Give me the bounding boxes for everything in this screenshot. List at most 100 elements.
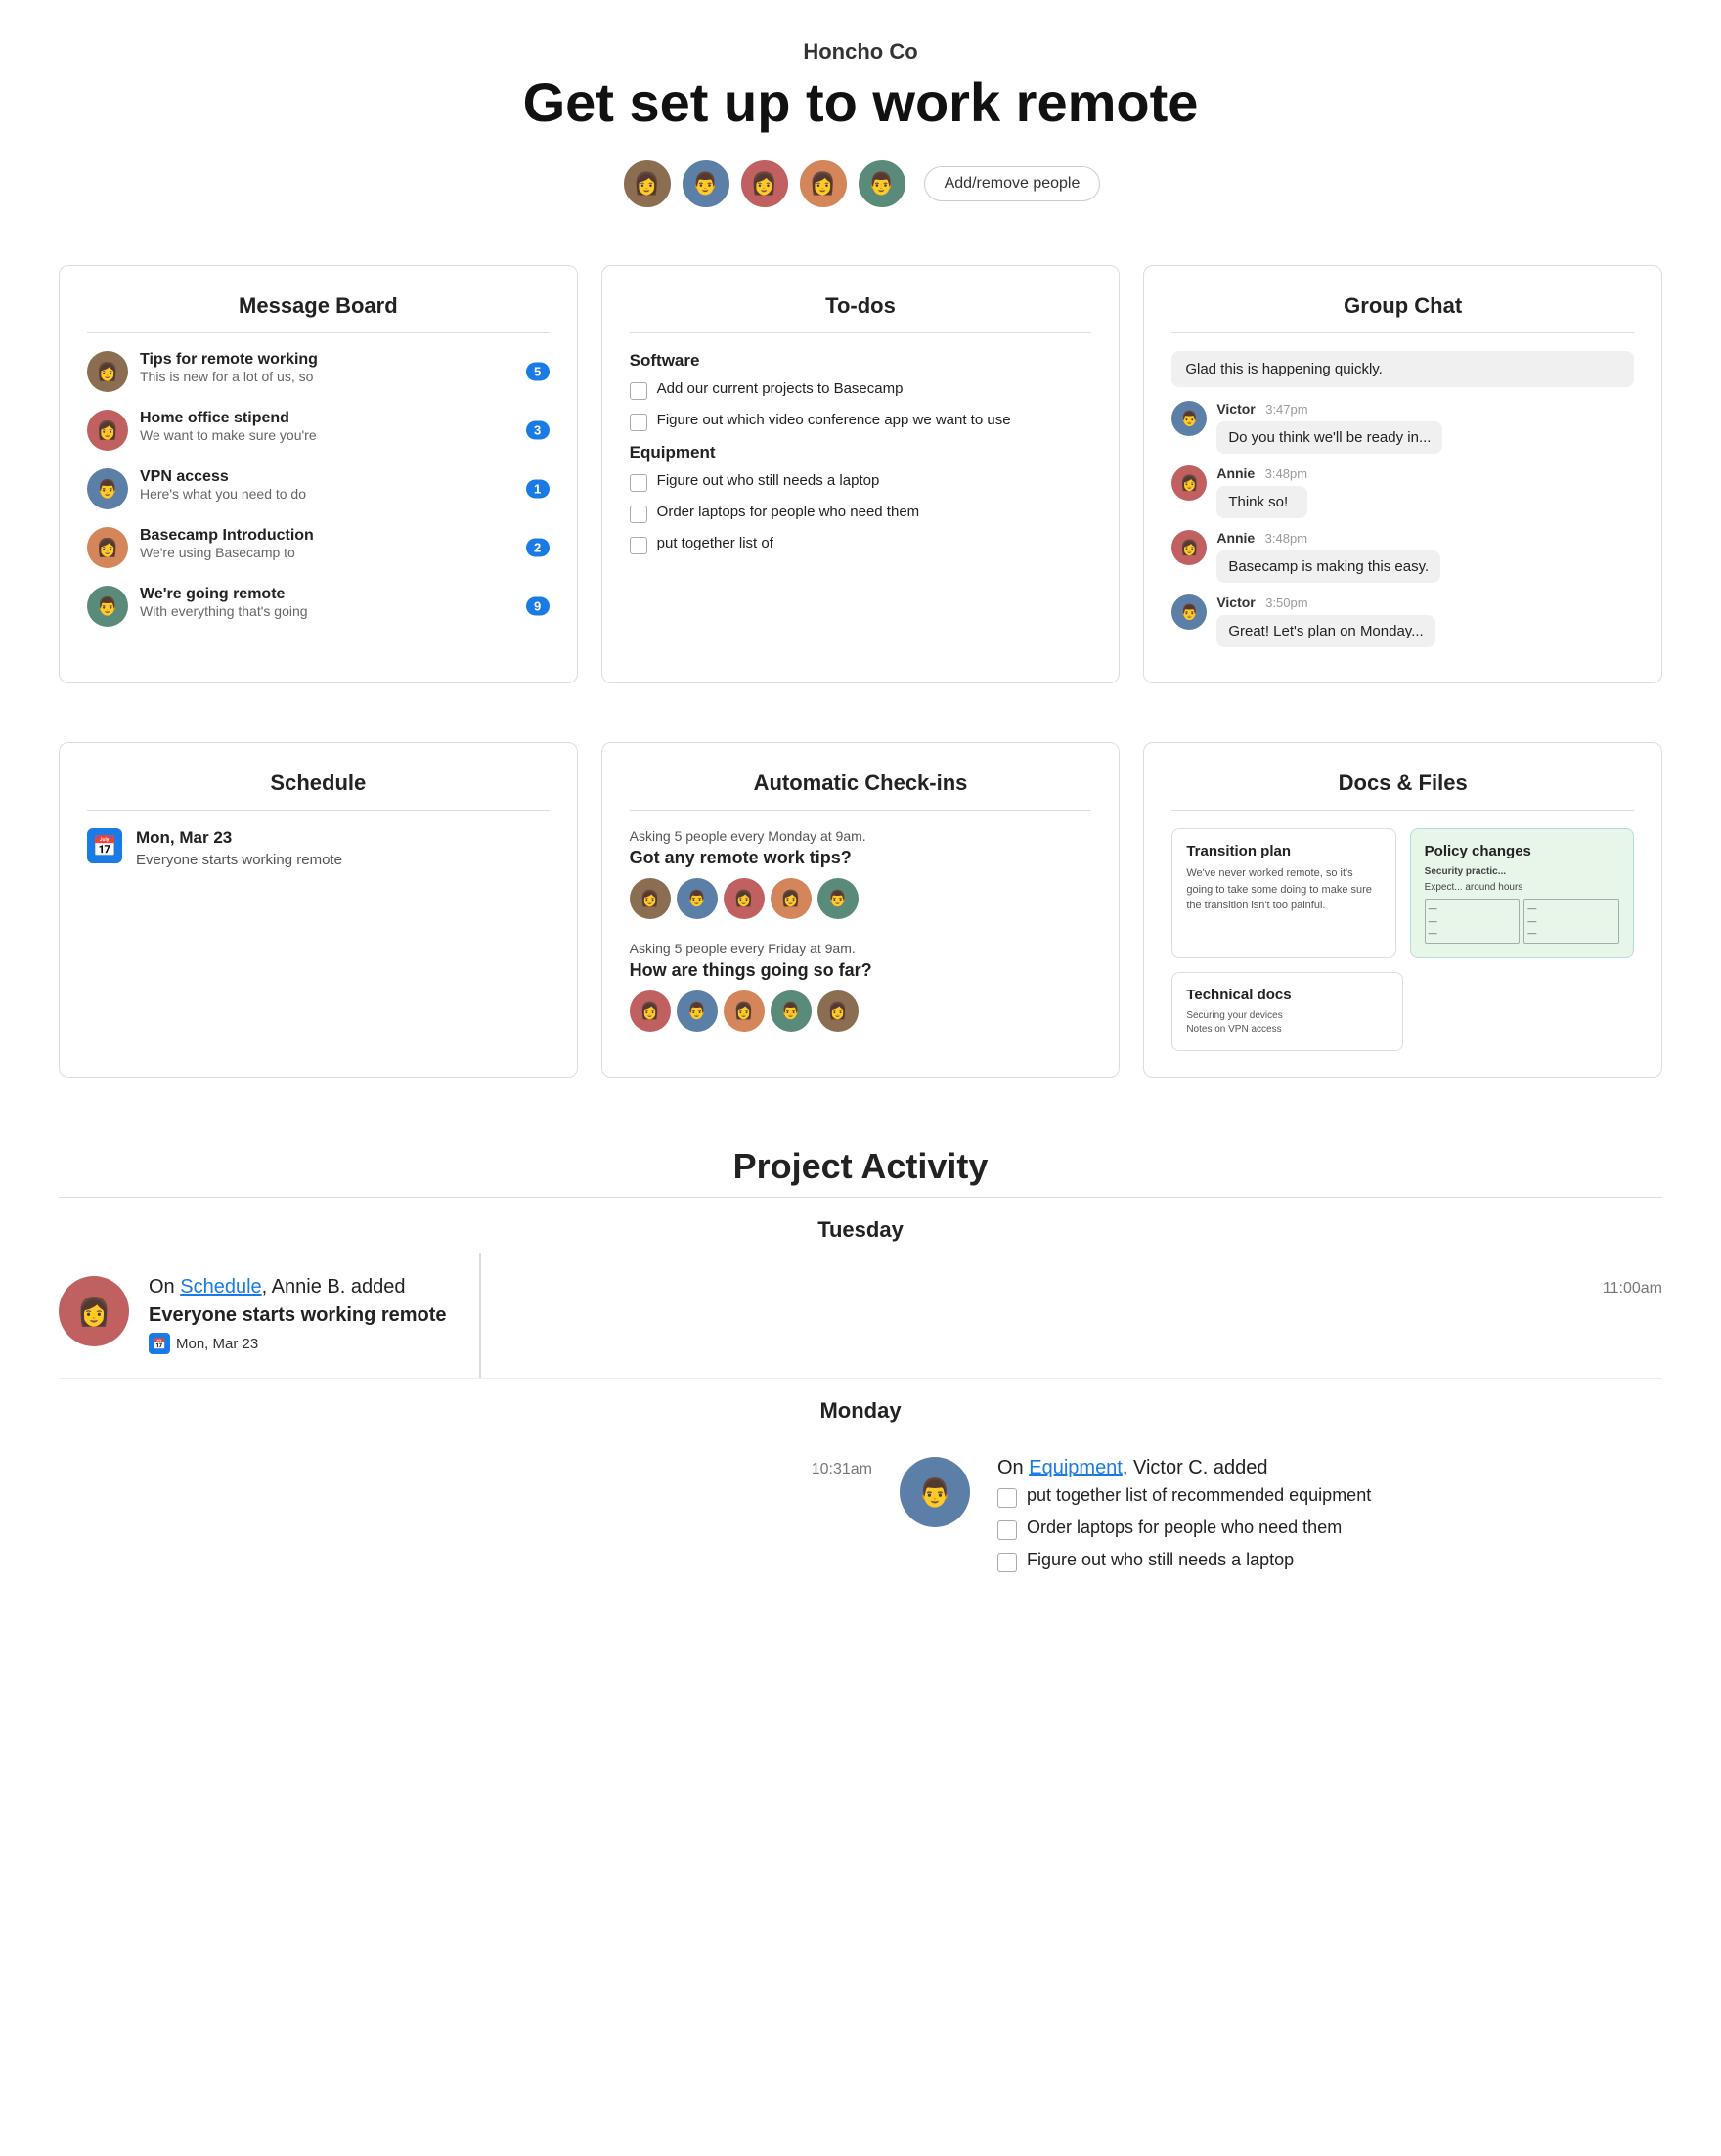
todo-checkbox-2[interactable] — [630, 474, 647, 492]
activity-item-monday-0: 10:31am 👨 On Equipment, Victor C. added … — [59, 1433, 1662, 1606]
doc-title-1: Policy changes — [1425, 843, 1619, 859]
doc-title-2: Technical docs — [1186, 987, 1388, 1003]
chat-sender-4: Victor — [1216, 594, 1255, 610]
msg-item-3[interactable]: 👩 Basecamp Introduction We're using Base… — [87, 527, 550, 568]
todo-item-1[interactable]: Figure out which video conference app we… — [630, 412, 1092, 431]
msg-content-1: Home office stipend We want to make sure… — [140, 410, 550, 443]
activity-header-prefix-1: On — [997, 1457, 1029, 1478]
checkins-title: Automatic Check-ins — [630, 770, 1092, 811]
msg-title-0: Tips for remote working — [140, 351, 550, 369]
message-board-card: Message Board 👩 Tips for remote working … — [59, 265, 578, 683]
avatar-3: 👩 — [738, 157, 791, 210]
checkin-avatars-1: 👩 👨 👩 👨 👩 — [630, 990, 1092, 1032]
activity-item-tuesday-0: 👩 On Schedule, Annie B. added Everyone s… — [59, 1253, 1662, 1379]
doc-content-2: Securing your devices Notes on VPN acces… — [1186, 1009, 1388, 1036]
msg-content-0: Tips for remote working This is new for … — [140, 351, 550, 384]
activity-todo-cb-1[interactable] — [997, 1520, 1017, 1540]
chat-text-4: Great! Let's plan on Monday... — [1216, 615, 1434, 647]
todo-item-3[interactable]: Order laptops for people who need them — [630, 504, 1092, 523]
chat-avatar-annie-1: 👩 — [1171, 465, 1207, 501]
msg-content-4: We're going remote With everything that'… — [140, 586, 550, 619]
chat-body-4: Victor 3:50pm Great! Let's plan on Monda… — [1216, 594, 1434, 647]
schedule-event: 📅 Mon, Mar 23 Everyone starts working re… — [87, 828, 550, 868]
activity-todo-2[interactable]: Figure out who still needs a laptop — [997, 1550, 1662, 1572]
activity-todo-text-0: put together list of recommended equipme… — [1027, 1485, 1371, 1506]
activity-todo-text-1: Order laptops for people who need them — [1027, 1518, 1342, 1538]
msg-avatar-4: 👨 — [87, 586, 128, 627]
msg-item-0[interactable]: 👩 Tips for remote working This is new fo… — [87, 351, 550, 392]
msg-item-2[interactable]: 👨 VPN access Here's what you need to do … — [87, 468, 550, 509]
chat-msg-2: 👩 Annie 3:48pm Think so! — [1171, 465, 1634, 518]
todo-checkbox-3[interactable] — [630, 506, 647, 523]
todo-section-equipment: Equipment — [630, 443, 1092, 462]
avatar-1: 👩 — [621, 157, 674, 210]
company-name: Honcho Co — [20, 39, 1701, 65]
todo-item-0[interactable]: Add our current projects to Basecamp — [630, 380, 1092, 400]
chat-sender-2: Annie — [1216, 465, 1255, 481]
chat-text-2: Think so! — [1216, 486, 1307, 518]
msg-item-4[interactable]: 👨 We're going remote With everything tha… — [87, 586, 550, 627]
msg-badge-3: 2 — [526, 539, 550, 557]
chat-msg-3: 👩 Annie 3:48pm Basecamp is making this e… — [1171, 530, 1634, 583]
chat-body-3: Annie 3:48pm Basecamp is making this eas… — [1216, 530, 1440, 583]
avatar-5: 👨 — [856, 157, 908, 210]
avatar-2: 👨 — [680, 157, 732, 210]
activity-todo-0[interactable]: put together list of recommended equipme… — [997, 1485, 1662, 1508]
todo-checkbox-0[interactable] — [630, 382, 647, 400]
msg-title-2: VPN access — [140, 468, 550, 486]
msg-item-1[interactable]: 👩 Home office stipend We want to make su… — [87, 410, 550, 451]
doc-technical-docs[interactable]: Technical docs Securing your devices Not… — [1171, 972, 1402, 1051]
activity-time-monday-0: 10:31am — [784, 1457, 872, 1478]
chat-meta-2: Annie 3:48pm — [1216, 465, 1307, 483]
checkin-question-0: Got any remote work tips? — [630, 848, 1092, 868]
msg-avatar-3: 👩 — [87, 527, 128, 568]
activity-todo-cb-0[interactable] — [997, 1488, 1017, 1508]
todo-label-1: Figure out which video conference app we… — [657, 412, 1011, 428]
checkin-block-1: Asking 5 people every Friday at 9am. How… — [630, 941, 1092, 1032]
msg-title-3: Basecamp Introduction — [140, 527, 550, 545]
msg-title-1: Home office stipend — [140, 410, 550, 427]
chat-time-2: 3:48pm — [1265, 466, 1307, 481]
todo-item-4[interactable]: put together list of — [630, 535, 1092, 554]
activity-date-badge-0: 📅 Mon, Mar 23 — [149, 1333, 1547, 1354]
cards-grid-bottom: Schedule 📅 Mon, Mar 23 Everyone starts w… — [0, 723, 1721, 1097]
add-remove-people-button[interactable]: Add/remove people — [924, 166, 1101, 201]
activity-todo-text-2: Figure out who still needs a laptop — [1027, 1550, 1294, 1570]
activity-header-link-1[interactable]: Equipment — [1029, 1457, 1123, 1478]
chat-meta-1: Victor 3:47pm — [1216, 401, 1442, 418]
msg-content-2: VPN access Here's what you need to do — [140, 468, 550, 502]
checkin-avatars-0: 👩 👨 👩 👩 👨 — [630, 878, 1092, 919]
activity-todo-cb-2[interactable] — [997, 1553, 1017, 1572]
header-avatars: 👩 👨 👩 👩 👨 Add/remove people — [20, 157, 1701, 210]
checkin-av-0-3: 👩 — [771, 878, 812, 919]
activity-header-link-0[interactable]: Schedule — [180, 1276, 261, 1298]
chat-avatar-victor-2: 👨 — [1171, 594, 1207, 630]
chat-meta-4: Victor 3:50pm — [1216, 594, 1434, 612]
schedule-card: Schedule 📅 Mon, Mar 23 Everyone starts w… — [59, 742, 578, 1078]
msg-badge-0: 5 — [526, 363, 550, 381]
activity-todo-1[interactable]: Order laptops for people who need them — [997, 1518, 1662, 1540]
activity-avatar-annie: 👩 — [59, 1276, 129, 1346]
chat-time-4: 3:50pm — [1265, 595, 1307, 610]
docs-files-card: Docs & Files Transition plan We've never… — [1143, 742, 1662, 1078]
chat-msg-4: 👨 Victor 3:50pm Great! Let's plan on Mon… — [1171, 594, 1634, 647]
calendar-icon: 📅 — [87, 828, 122, 863]
activity-event-title-0: Everyone starts working remote — [149, 1304, 1547, 1327]
msg-avatar-2: 👨 — [87, 468, 128, 509]
msg-preview-1: We want to make sure you're — [140, 427, 550, 443]
activity-main-tuesday-0: On Schedule, Annie B. added Everyone sta… — [149, 1276, 1547, 1354]
activity-main-monday-0: On Equipment, Victor C. added put togeth… — [997, 1457, 1662, 1582]
doc-transition-plan[interactable]: Transition plan We've never worked remot… — [1171, 828, 1395, 958]
docs-title: Docs & Files — [1171, 770, 1634, 811]
todo-checkbox-1[interactable] — [630, 414, 647, 431]
doc-policy-changes[interactable]: Policy changes Security practic... Expec… — [1410, 828, 1634, 958]
todo-item-2[interactable]: Figure out who still needs a laptop — [630, 472, 1092, 492]
todos-title: To-dos — [630, 293, 1092, 333]
docs-grid: Transition plan We've never worked remot… — [1171, 828, 1634, 1051]
checkin-av-1-2: 👩 — [724, 990, 765, 1032]
todo-checkbox-4[interactable] — [630, 537, 647, 554]
chat-time-3: 3:48pm — [1265, 531, 1307, 546]
chat-avatar-victor-1: 👨 — [1171, 401, 1207, 436]
todo-section-software: Software — [630, 351, 1092, 371]
msg-avatar-1: 👩 — [87, 410, 128, 451]
